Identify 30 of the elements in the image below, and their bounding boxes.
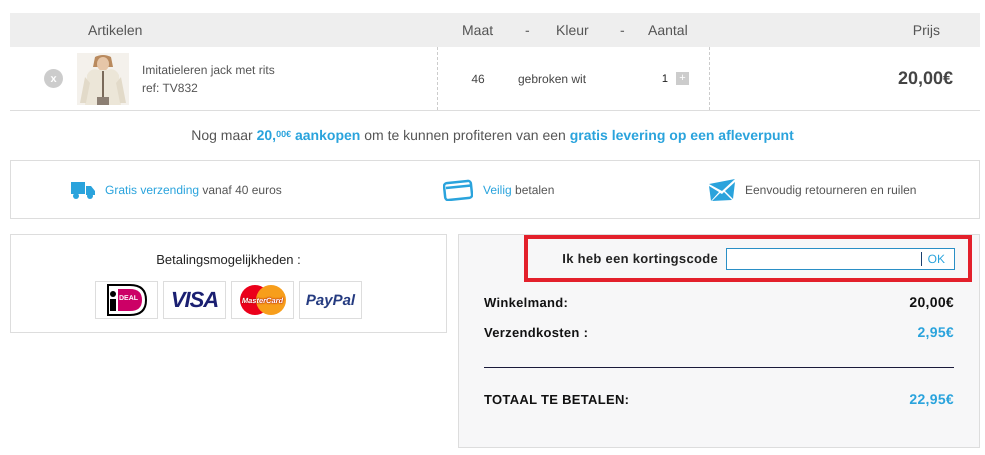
feature-text: Eenvoudig retourneren en ruilen [745,182,916,196]
free-delivery-notice: Nog maar 20,$^{00€}$ aankopen om te kunnen profiteren van een gratis levering op een afleverpunt [191,127,794,143]
column-header: Artikelen [87,22,144,38]
column-header: Maat [462,22,494,38]
increase-button[interactable]: + [676,72,689,85]
coupon-field[interactable]: OK [726,248,955,270]
visa-logo: VISA [163,281,226,319]
total-value: 22,95€ [909,391,954,407]
column-header: Prijs [912,22,941,38]
product-ref: ref: TV832 [142,80,199,96]
summary-label: Winkelmand: [484,294,568,310]
column-separator: - [620,22,626,38]
quantity-value: 1 [660,72,668,84]
column-separator: - [525,22,531,38]
size-value: 46 [470,72,486,86]
ok-button[interactable]: OK [920,252,954,266]
feature-text: Gratis verzending vanaf 40 euros [105,182,282,196]
product-name[interactable]: Imitatieleren jack met rits [142,60,275,78]
payment-title: Betalingsmogelijkheden : [156,252,301,267]
coupon-label: Ik heb een kortingscode [562,251,718,266]
feature-text: Veilig betalen [483,182,554,196]
summary-label: Verzendkosten : [484,324,588,340]
summary-value: 2,95€ [917,324,954,340]
summary-value: 20,00€ [909,294,954,310]
item-price: 20,00€ [898,68,953,89]
column-header: Aantal [648,22,688,38]
color-value: gebroken wit [518,72,588,86]
paypal-logo: PayPal [299,281,362,319]
column-header: Kleur [556,22,590,38]
total-label: TOTAAL TE BETALEN: [484,392,630,406]
